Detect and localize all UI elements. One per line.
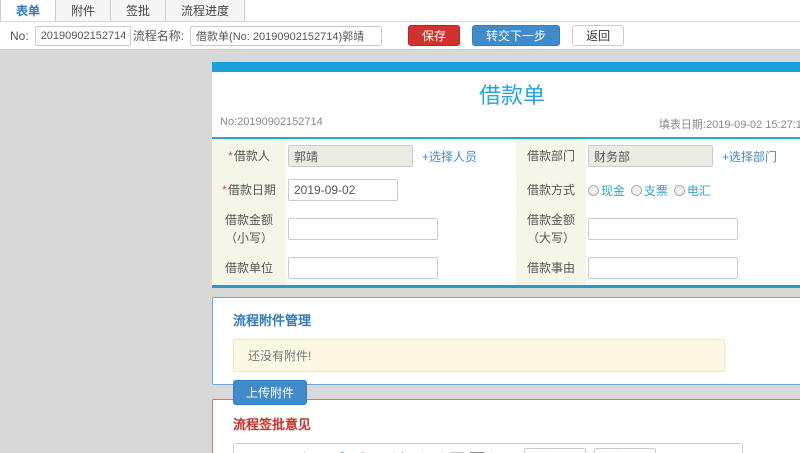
workspace: 借款单 No:20190902152714 填表日期:2019-09-02 15… [0,50,800,453]
borrower-field-cell: +选择人员 [286,139,516,173]
no-label: No: [10,28,29,43]
radio-wire-transfer[interactable]: 电汇 [674,182,711,199]
loan-date-label-cell: *借款日期 [212,173,286,207]
no-attachment-alert: 还没有附件! [233,339,725,372]
loan-reason-input[interactable] [588,257,738,279]
amount-uppercase-input[interactable] [588,218,738,240]
screen: 表单 附件 签批 流程进度 No: 流程名称: 保存 转交下一步 返回 借款单 … [0,0,800,453]
outdent-icon[interactable] [447,449,467,453]
radio-circle-icon [631,184,643,196]
format-dropdown[interactable]: 格式 ▾ [594,448,656,453]
form-title: 借款单 [478,83,545,108]
loan-method-field-cell: 现金 支票 电汇 [586,173,800,207]
loan-unit-label-cell: 借款单位 [212,251,286,285]
loan-method-label-cell: 借款方式 [516,173,586,207]
anchor-flag-icon[interactable]: ⚑ [369,449,389,453]
tab-approval[interactable]: 签批 [111,0,167,21]
save-button[interactable]: 保存 [408,25,461,46]
radio-cash[interactable]: 现金 [588,182,625,199]
attachment-heading: 流程附件管理 [233,313,312,328]
tab-progress-label: 流程进度 [181,4,230,18]
loan-unit-field-cell [286,251,516,285]
select-person-link[interactable]: +选择人员 [422,148,477,165]
forward-next-step-button[interactable]: 转交下一步 [472,25,561,46]
loan-date-field-cell [286,173,516,207]
strikethrough-icon[interactable]: abc [280,449,300,453]
indent-icon[interactable] [467,449,487,453]
loan-form-panel: 借款单 No:20190902152714 填表日期:2019-09-02 15… [212,62,800,288]
loan-reason-field-cell [586,251,800,285]
borrower-label-cell: *借款人 [212,139,286,173]
back-button[interactable]: 返回 [572,25,625,46]
remove-format-icon[interactable] [309,449,329,453]
no-input[interactable] [34,25,131,46]
tab-progress[interactable]: 流程进度 [166,0,246,21]
upload-attachment-button[interactable]: 上传附件 [233,380,308,405]
panel-top-accent-bar [212,62,800,72]
approval-comments-heading: 流程签批意见 [233,417,312,432]
bold-icon[interactable]: B [240,449,260,453]
department-label-cell: 借款部门 [516,139,586,173]
blockquote-icon[interactable]: ” [496,449,516,453]
loan-unit-input[interactable] [288,257,438,279]
select-department-link[interactable]: +选择部门 [722,148,777,165]
tab-form-label: 表单 [16,4,41,18]
tab-attachments[interactable]: 附件 [56,0,112,21]
flow-name-label: 流程名称: [132,29,185,43]
link-icon[interactable] [329,449,349,453]
tab-bar: 表单 附件 签批 流程进度 [0,0,800,22]
approval-comments-panel: 流程签批意见 B I abc ⚑ [212,399,800,453]
loan-reason-label-cell: 借款事由 [516,251,586,285]
form-no-text: No:20190902152714 [220,116,323,128]
italic-icon[interactable]: I [260,449,280,453]
editor-toolbar: B I abc ⚑ 123 [234,444,742,453]
style-dropdown[interactable]: 样式 ▾ [524,448,586,453]
rich-text-editor: B I abc ⚑ 123 [233,443,743,453]
borrower-input[interactable] [288,145,413,167]
loan-form-grid: *借款人 +选择人员 借款部门 +选择部门 *借款日期 借款方式 [212,139,800,285]
amount-uppercase-field-cell [586,207,800,251]
radio-cheque[interactable]: 支票 [631,182,668,199]
radio-circle-icon [674,184,686,196]
loan-date-input[interactable] [288,179,398,201]
required-asterisk: * [222,183,227,197]
flow-name-input[interactable] [190,25,383,46]
amount-lowercase-field-cell [286,207,516,251]
form-date-text: 填表日期:2019-09-02 15:27:1 [658,119,800,131]
amount-lowercase-input[interactable] [288,218,438,240]
command-bar: No: 流程名称: 保存 转交下一步 返回 [0,22,800,50]
amount-lowercase-label-cell: 借款金额（小写） [212,207,286,251]
tab-form[interactable]: 表单 [0,0,57,21]
department-input[interactable] [588,145,713,167]
loan-method-radio-group: 现金 支票 电汇 [588,182,717,199]
form-meta-row: No:20190902152714 填表日期:2019-09-02 15:27:… [212,114,800,139]
amount-uppercase-label-cell: 借款金额（大写） [516,207,586,251]
attachment-panel: 流程附件管理 还没有附件! 上传附件 [212,297,800,405]
required-asterisk: * [228,149,233,163]
bullet-list-icon[interactable] [418,449,438,453]
tab-attachments-label: 附件 [71,4,96,18]
department-field-cell: +选择部门 [586,139,800,173]
radio-circle-icon [588,184,599,196]
numbered-list-icon[interactable]: 123 [398,449,418,453]
tab-approval-label: 签批 [126,4,151,18]
unlink-icon[interactable] [349,449,369,453]
